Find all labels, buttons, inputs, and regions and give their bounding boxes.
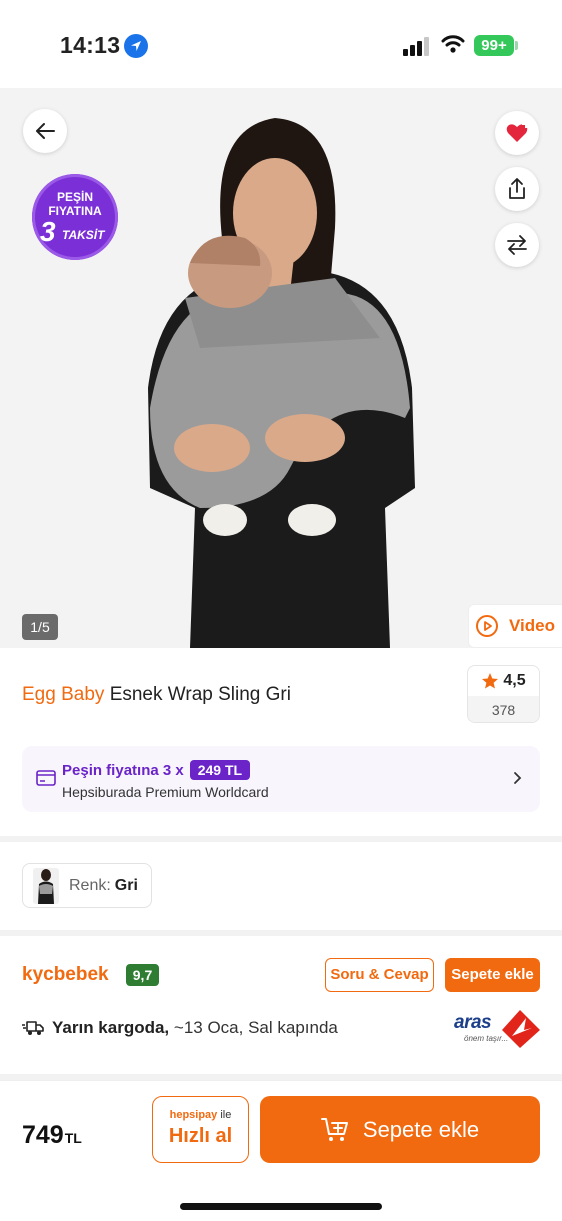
location-arrow-icon xyxy=(124,34,148,58)
video-button[interactable]: Video xyxy=(468,604,562,648)
add-to-cart-label: Sepete ekle xyxy=(362,1116,480,1142)
add-to-cart-button[interactable]: Sepete ekle xyxy=(260,1096,540,1163)
variant-thumbnail xyxy=(33,867,59,904)
installment-promo[interactable]: Peşin fiyatına 3 x 249 TL Hepsiburada Pr… xyxy=(22,746,540,812)
delivery-info: Yarın kargoda, ~13 Oca, Sal kapında xyxy=(22,1018,338,1038)
favorite-button[interactable] xyxy=(495,111,539,155)
product-image-gallery[interactable]: PEŞİN FIYATINA 3 TAKSİT 1/5 Video xyxy=(0,88,562,648)
share-button[interactable] xyxy=(495,167,539,211)
seller-add-to-cart-button[interactable]: Sepete ekle xyxy=(445,958,540,992)
back-button[interactable] xyxy=(23,109,67,153)
product-title: Egg Baby Esnek Wrap Sling Gri xyxy=(22,684,291,706)
star-icon xyxy=(482,673,499,689)
heart-icon xyxy=(506,123,528,142)
product-name: Esnek Wrap Sling Gri xyxy=(109,684,291,705)
compare-arrows-icon xyxy=(507,235,527,255)
promo-text: Peşin fiyatına 3 x xyxy=(62,761,184,779)
arrow-left-icon xyxy=(36,123,55,139)
compare-button[interactable] xyxy=(495,223,539,267)
fast-delivery-truck-icon xyxy=(22,1021,44,1035)
battery-tip xyxy=(515,41,518,50)
qa-button[interactable]: Soru & Cevap xyxy=(325,958,434,992)
cargo-company-logo: aras önem taşır... xyxy=(452,1008,542,1050)
product-photo xyxy=(148,118,415,648)
rating-box[interactable]: 4,5 378 xyxy=(467,665,540,723)
battery-indicator: 99+ xyxy=(474,35,514,56)
status-bar: 14:13 99+ xyxy=(0,0,562,88)
wifi-icon xyxy=(441,34,465,59)
seller-score-badge: 9,7 xyxy=(126,964,159,986)
price: 749TL xyxy=(22,1121,82,1149)
status-time: 14:13 xyxy=(60,32,121,58)
hepsipay-label: hepsipay ile xyxy=(169,1109,232,1121)
section-divider xyxy=(0,930,562,936)
installment-badge: PEŞİN FIYATINA 3 TAKSİT xyxy=(32,174,118,260)
home-indicator xyxy=(180,1203,382,1210)
delivery-date-rest: ~13 Oca, Sal kapında xyxy=(169,1018,338,1037)
quick-buy-label: Hızlı al xyxy=(168,1125,233,1147)
image-counter: 1/5 xyxy=(22,614,58,640)
section-divider xyxy=(0,836,562,842)
product-brand[interactable]: Egg Baby xyxy=(22,684,104,705)
seller-name[interactable]: kycbebek xyxy=(22,964,109,986)
play-circle-icon xyxy=(476,615,498,637)
review-count: 378 xyxy=(468,696,539,722)
promo-amount: 249 TL xyxy=(189,760,251,780)
share-icon xyxy=(509,178,525,199)
video-label: Video xyxy=(509,616,555,635)
variant-value: Gri xyxy=(114,876,138,894)
chevron-right-icon xyxy=(514,772,522,784)
variant-label: Renk: xyxy=(69,876,111,894)
color-variant-selector[interactable]: Renk: Gri xyxy=(22,863,152,908)
delivery-date-bold: Yarın kargoda, xyxy=(52,1018,170,1037)
cellular-signal-icon xyxy=(403,36,431,56)
cart-plus-icon xyxy=(320,1117,348,1141)
promo-card-name: Hepsiburada Premium Worldcard xyxy=(62,784,269,800)
quick-buy-button[interactable]: hepsipay ile Hızlı al xyxy=(152,1096,249,1163)
rating-value: 4,5 xyxy=(503,672,526,689)
credit-card-icon xyxy=(36,770,56,786)
